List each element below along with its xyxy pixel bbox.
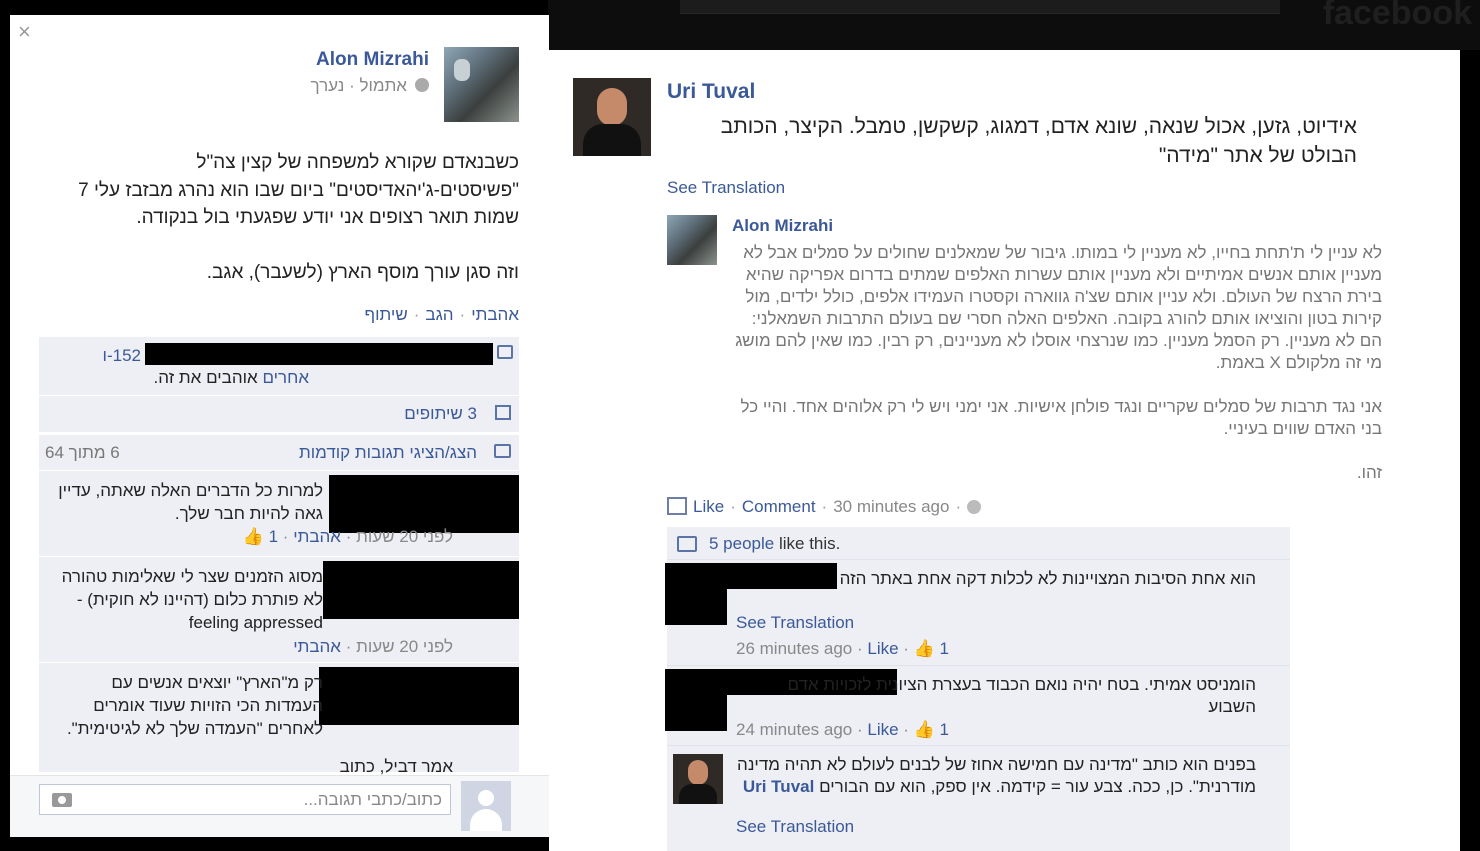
comment-link[interactable]: הגב [425, 305, 453, 324]
comment-meta: 24 minutes ago · Like · 👍 1 [736, 720, 950, 739]
comment-bubble-icon [494, 444, 511, 458]
shared-author-name[interactable]: Alon Mizrahi [732, 216, 833, 236]
comment: למרות כל הדברים האלה שאתה, עדיין גאה להי… [39, 471, 519, 557]
redacted-avatar-name [319, 667, 519, 725]
comments-section: 5 people like this. הוא אחת הסיבות המצוי… [665, 527, 1290, 851]
likes-text: 5 people like this. [709, 534, 841, 553]
comment-like-link[interactable]: אהבתי [293, 527, 341, 546]
shared-paragraph: זהו. [1356, 463, 1382, 482]
comment-meta: לפני 20 שעות · אהבתי · 1 👍 [242, 527, 453, 546]
see-translation-link[interactable]: See Translation [736, 613, 854, 633]
share-link[interactable]: שיתוף [364, 305, 407, 324]
redacted-avatar [665, 669, 727, 731]
post-meta: אתמול · נערך [311, 76, 429, 96]
view-previous-comments[interactable]: הצג/הציגי תגובות קודמות [299, 443, 477, 463]
post-paragraph: כשבנאדם שקורא למשפחה של קצין צה"ל "פשיסט… [78, 152, 519, 228]
redacted-avatar-name [329, 475, 519, 533]
close-icon[interactable]: × [18, 19, 31, 45]
author-avatar[interactable] [573, 78, 651, 156]
main-post: Uri Tuval אידיוט, גזען, אכול שנאה, שונא … [549, 50, 1460, 851]
post-author-name[interactable]: Uri Tuval [667, 80, 755, 104]
comment-text: הומניסט אמיתי. בטח יהיה נואם הכבוד בעצרת… [787, 675, 1256, 716]
camera-icon[interactable] [52, 793, 72, 807]
redacted-avatar-name [323, 561, 519, 619]
comment-text: מסוג הזמנים שצר לי שאלימות טהורה לא פותר… [61, 567, 323, 632]
write-comment-bar: כתוב/כתבי תגובה... [10, 775, 549, 837]
see-translation-link[interactable]: See Translation [736, 817, 854, 837]
thumbs-up-icon [497, 345, 513, 359]
comment-link[interactable]: Comment [742, 497, 816, 516]
people-link[interactable]: 5 people [709, 534, 774, 553]
others-link[interactable]: אחרים [262, 368, 309, 387]
view-previous-row: הצג/הציגי תגובות קודמות 6 מתוך 64 [39, 433, 519, 471]
comment-continuation: אמר דביל, כתוב [339, 757, 453, 776]
comment-input[interactable]: כתוב/כתבי תגובה... [39, 784, 451, 815]
post-body: כשבנאדם שקורא למשפחה של קצין צה"ל "פשיסט… [39, 149, 519, 313]
comment: בפנים הוא כותב "מדינה עם חמישה אחוז של ל… [667, 746, 1290, 851]
commenter-name[interactable]: Uri Tuval [743, 777, 814, 796]
like-link[interactable]: אהבתי [471, 305, 519, 324]
post-actions: אהבתי·הגב·שיתוף [364, 305, 519, 324]
comment: הומניסט אמיתי. בטח יהיה נואם הכבוד בעצרת… [665, 666, 1290, 746]
shared-author-avatar[interactable] [667, 215, 717, 265]
globe-icon [415, 78, 429, 92]
redacted-avatar [665, 563, 727, 625]
author-avatar[interactable] [444, 47, 519, 122]
comment-like-count[interactable]: 👍 1 [914, 720, 949, 739]
shared-post-body: לא עניין לי ת'תחת בחייו, לא מעניין לי במ… [732, 242, 1382, 506]
share-box-icon [667, 497, 687, 515]
feedback-section: 152-ו אחרים אוהבים את זה. 3 שיתופים הצג/… [39, 337, 519, 776]
like-link[interactable]: Like [693, 497, 724, 516]
comment-like-link[interactable]: Like [867, 720, 898, 739]
shares-count[interactable]: 3 שיתופים [404, 404, 477, 424]
comment-text: בפנים הוא כותב "מדינה עם חמישה אחוז של ל… [737, 755, 1256, 796]
thumbs-up-icon [677, 536, 697, 552]
background-search-bar [680, 0, 1280, 14]
likes-summary: 5 people like this. [667, 527, 1290, 560]
comment-meta: לפני 20 שעות · אהבתי [293, 637, 453, 656]
comment-like-count[interactable]: 1 👍 [243, 527, 278, 546]
globe-icon [967, 500, 982, 514]
post-body: אידיוט, גזען, אכול שנאה, שונא אדם, דמגוג… [720, 115, 1357, 167]
comment-like-link[interactable]: Like [867, 639, 898, 658]
likes-count[interactable]: 152-ו [103, 343, 493, 366]
redacted-block [145, 343, 493, 365]
comment-text: למרות כל הדברים האלה שאתה, עדיין גאה להי… [58, 481, 323, 523]
post-author-name[interactable]: Alon Mizrahi [316, 49, 429, 71]
comment: הוא אחת הסיבות המצויינות לא לכלות דקה אח… [665, 560, 1290, 666]
see-translation-link[interactable]: See Translation [667, 178, 785, 198]
post-timestamp: אתמול · נערך [310, 76, 407, 95]
comment-text: רק מ"הארץ" יוצאים אנשים עם העמדות הכי הז… [66, 673, 323, 738]
likes-summary: 152-ו אחרים אוהבים את זה. [39, 337, 519, 396]
commenter-avatar[interactable] [673, 754, 723, 804]
facebook-logo: facebook [1322, 0, 1472, 32]
share-icon [495, 405, 511, 420]
post-paragraph: וזה סגן עורך מוסף הארץ (לשעבר), אגב. [206, 261, 519, 283]
comment-meta: 26 minutes ago · Like · 👍 1 [736, 639, 950, 658]
comment-like-count[interactable]: 👍 1 [914, 639, 949, 658]
comment: רק מ"הארץ" יוצאים אנשים עם העמדות הכי הז… [39, 663, 519, 776]
post-timestamp[interactable]: 30 minutes ago [833, 497, 949, 516]
comment-like-link[interactable]: אהבתי [293, 637, 341, 656]
comments-count: 6 מתוך 64 [45, 443, 120, 462]
shared-paragraph: לא עניין לי ת'תחת בחייו, לא מעניין לי במ… [735, 243, 1382, 372]
shares-row[interactable]: 3 שיתופים [39, 396, 519, 433]
likes-others: אחרים אוהבים את זה. [153, 368, 309, 387]
comment-text: הוא אחת הסיבות המצויינות לא לכלות דקה אח… [839, 569, 1256, 588]
shared-paragraph: אני נגד תרבות של סמלים שקריים ונגד פולחן… [740, 397, 1382, 438]
viewer-avatar [461, 781, 511, 831]
photo-theater-panel: × Alon Mizrahi אתמול · נערך כשבנאדם שקור… [10, 15, 549, 837]
post-action-bar: Like · Comment · 30 minutes ago · [667, 497, 982, 517]
comment: מסוג הזמנים שצר לי שאלימות טהורה לא פותר… [39, 557, 519, 663]
